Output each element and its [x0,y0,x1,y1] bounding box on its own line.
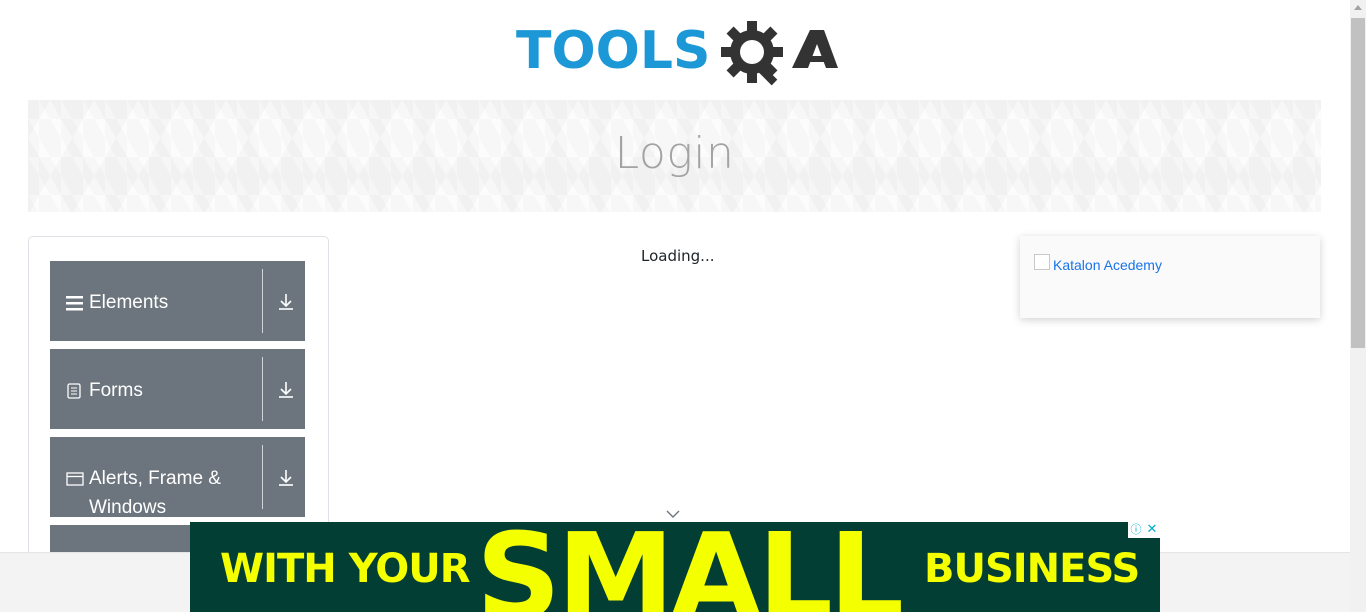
broken-image-icon [1034,254,1050,270]
vertical-scrollbar[interactable] [1350,0,1366,612]
scroll-up-arrow-icon[interactable] [1354,5,1362,10]
ad-text-center: SMALL [476,522,904,612]
download-arrow-icon[interactable] [277,469,295,487]
loading-text: Loading... [641,247,715,265]
logo-letter-a [792,30,838,68]
sidebar-panel: Elements Forms Alerts, Frame & Windows [28,236,329,605]
ad-close-icon[interactable]: ✕ [1144,522,1160,538]
sidebar-group-label: Elements [89,292,169,313]
ad-text-right: BUSINESS [924,546,1140,592]
ad-image-alt-link[interactable]: Katalon Acedemy [1053,257,1162,273]
bottom-banner-ad[interactable]: WITH YOUR SMALL BUSINESS [190,522,1160,612]
ad-text-left: WITH YOUR [220,546,471,592]
window-icon [66,472,84,486]
download-arrow-icon[interactable] [277,293,295,311]
site-header: TOOLS [0,0,1350,100]
ad-info-icon[interactable]: ⓘ [1128,522,1144,538]
page-title: Login [614,128,735,179]
sidebar-group-label: Alerts, Frame & Windows [89,468,221,518]
toolsqa-logo[interactable]: TOOLS [514,16,844,92]
hamburger-icon [66,296,83,311]
gear-icon [721,21,783,86]
chevron-down-icon[interactable] [665,508,681,520]
sidebar-group-label: Forms [89,380,143,401]
ad-card[interactable]: Katalon Acedemy [1020,236,1320,318]
scrollbar-thumb[interactable] [1351,18,1365,348]
sidebar-group-elements[interactable]: Elements [50,261,305,341]
download-arrow-icon[interactable] [277,381,295,399]
divider [262,269,263,333]
sidebar-group-alerts-frame-windows[interactable]: Alerts, Frame & Windows [50,437,305,518]
divider [262,445,263,509]
divider [262,357,263,421]
page-banner: Login [28,100,1321,212]
sidebar-group-forms[interactable]: Forms [50,349,305,429]
document-icon [67,383,81,399]
logo-text-tools: TOOLS [516,21,710,81]
